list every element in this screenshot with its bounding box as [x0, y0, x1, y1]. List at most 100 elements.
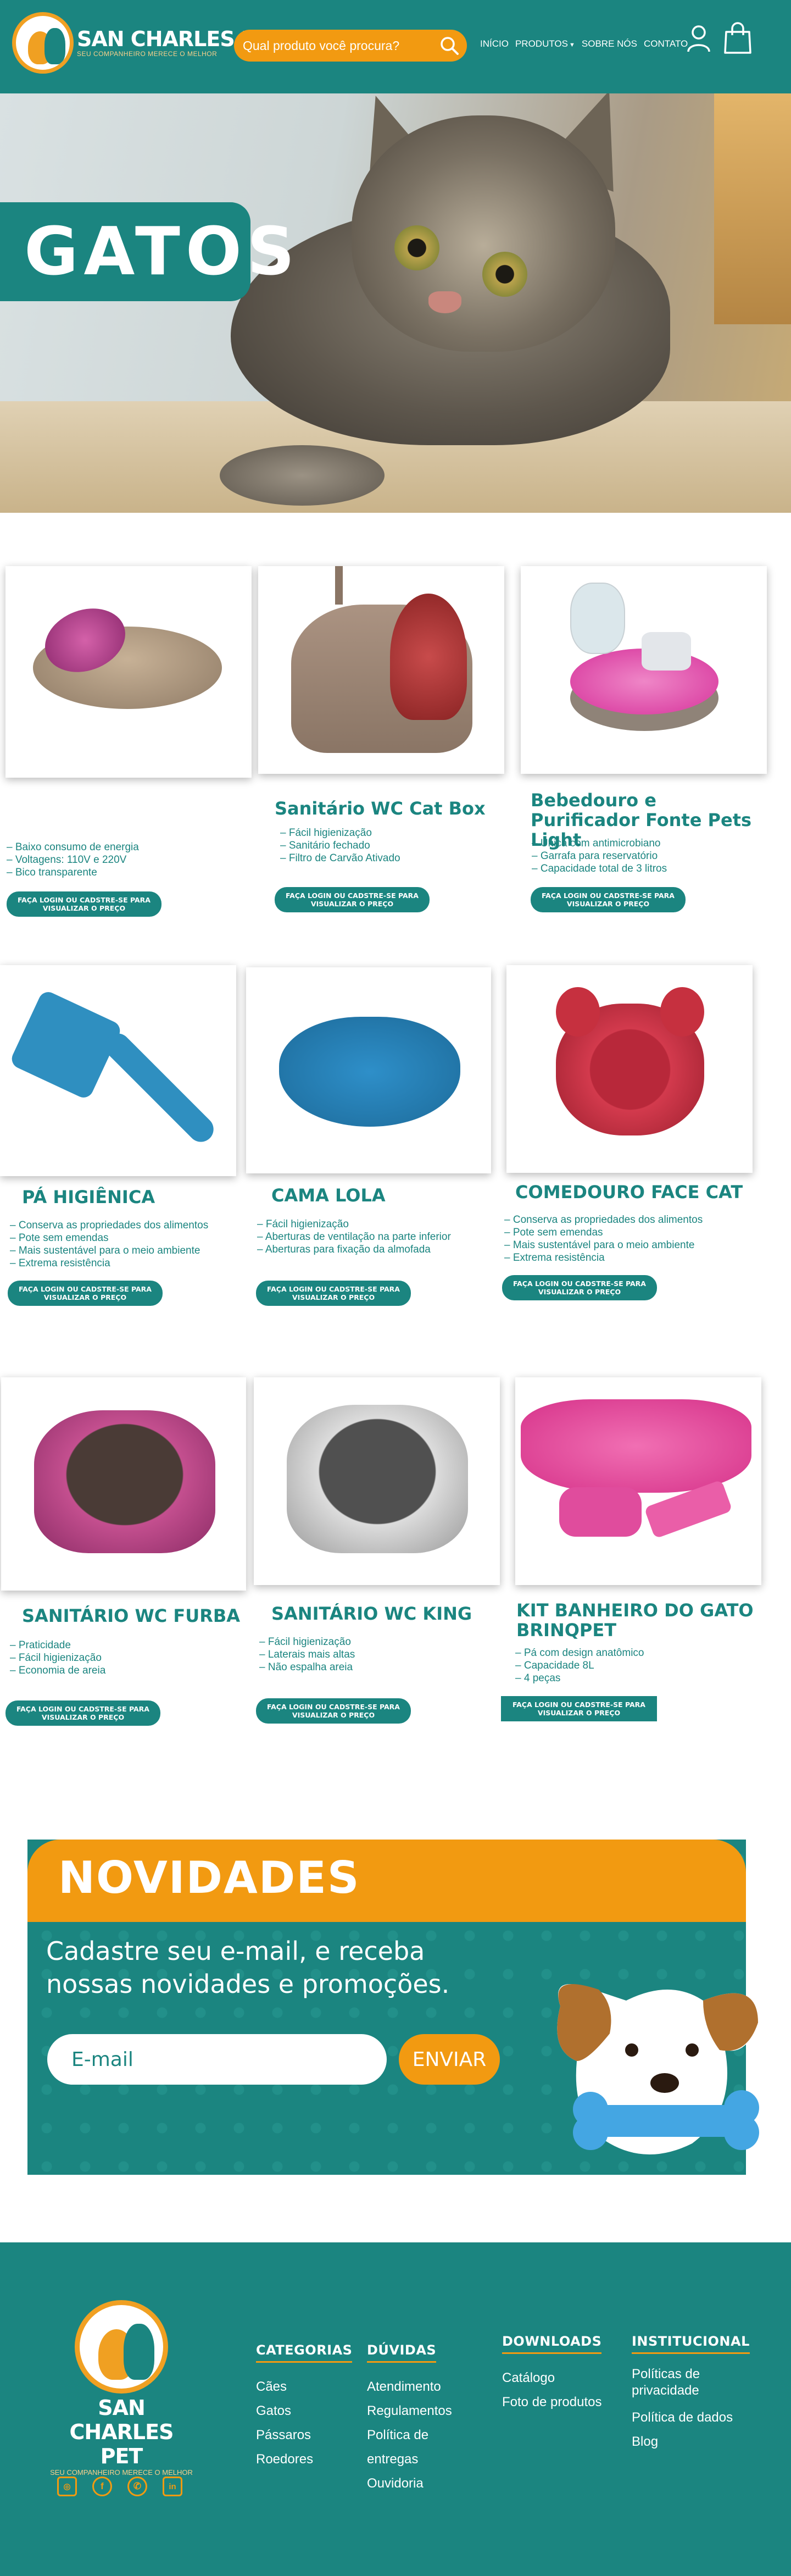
feature-item: – Voltagens: 110V e 220V	[7, 854, 127, 866]
footer-link[interactable]: Políticas de privacidade	[632, 2366, 753, 2399]
footer-link[interactable]: Gatos	[256, 2399, 352, 2423]
footer-column-categorias: CATEGORIAS Cães Gatos Pássaros Roedores	[256, 2342, 353, 2472]
feature-item: – Praticidade	[10, 1639, 71, 1651]
email-field[interactable]	[47, 2034, 387, 2085]
feature-item: – Baixo consumo de energia	[7, 841, 139, 853]
login-to-see-price-button[interactable]: FAÇA LOGIN OU CADSTRE-SE PARA VISUALIZAR…	[256, 1281, 411, 1306]
footer-link[interactable]: Política de dados	[632, 2406, 753, 2430]
product-features: – Única com antimicrobiano – Garrafa par…	[532, 837, 667, 875]
search-input[interactable]	[243, 38, 430, 53]
login-to-see-price-button[interactable]: FAÇA LOGIN OU CADSTRE-SE PARA VISUALIZAR…	[502, 1275, 657, 1300]
product-features: – Conserva as propriedades dos alimentos…	[504, 1214, 703, 1264]
feature-item: – Bico transparente	[7, 867, 97, 878]
login-to-see-price-button[interactable]: FAÇA LOGIN OU CADSTRE-SE PARA VISUALIZAR…	[531, 887, 686, 912]
login-to-see-price-button[interactable]: FAÇA LOGIN OU CADSTRE-SE PARA VISUALIZAR…	[7, 891, 161, 917]
footer-link[interactable]: Blog	[632, 2430, 753, 2454]
logo-badge	[12, 12, 74, 74]
feature-item: – Extrema resistência	[10, 1257, 110, 1269]
product-image[interactable]	[5, 566, 252, 778]
footer-column-downloads: DOWNLOADS Catálogo Foto de produtos	[502, 2334, 601, 2414]
product-name[interactable]: Sanitário WC Cat Box	[275, 799, 505, 818]
nav-inicio[interactable]: INÍCIO	[480, 38, 509, 49]
feature-item: – Garrafa para reservatório	[532, 850, 658, 862]
footer-link[interactable]: Foto de produtos	[502, 2390, 601, 2414]
product-image[interactable]	[515, 1377, 761, 1585]
footer-link[interactable]: Política de entregas	[367, 2423, 477, 2472]
linkedin-icon[interactable]: in	[163, 2477, 182, 2496]
footer-link[interactable]: Ouvidoria	[367, 2472, 477, 2496]
product-features: – Fácil higienização – Sanitário fechado…	[280, 827, 400, 865]
product-name[interactable]: PÁ HIGIÊNICA	[22, 1187, 242, 1207]
chevron-down-icon: ▼	[569, 42, 575, 48]
feature-item: – Filtro de Carvão Ativado	[280, 852, 400, 864]
footer-link[interactable]: Regulamentos	[367, 2399, 477, 2423]
footer-logo-badge	[75, 2300, 168, 2394]
nav-contato[interactable]: CONTATO	[644, 38, 688, 49]
hero-title: GATOS	[24, 214, 300, 290]
product-name[interactable]: COMEDOURO FACE CAT	[515, 1182, 768, 1202]
product-image[interactable]	[0, 965, 236, 1176]
login-to-see-price-button[interactable]: FAÇA LOGIN OU CADSTRE-SE PARA VISUALIZAR…	[5, 1700, 160, 1726]
footer-logo[interactable]: SAN CHARLES PET SEU COMPANHEIRO MERECE O…	[47, 2300, 196, 2477]
newsletter-title: NOVIDADES	[58, 1852, 360, 1903]
nav-produtos[interactable]: PRODUTOS ▼	[515, 38, 575, 49]
footer-column-title: CATEGORIAS	[256, 2342, 353, 2363]
product-image[interactable]	[521, 566, 767, 774]
footer-link[interactable]: Atendimento	[367, 2375, 477, 2399]
product-image[interactable]	[506, 965, 753, 1173]
feature-item: – Aberturas de ventilação na parte infer…	[257, 1231, 451, 1243]
feature-item: – Aberturas para fixação da almofada	[257, 1244, 431, 1255]
feature-item: – Laterais mais altas	[259, 1649, 355, 1660]
bag-icon[interactable]	[723, 22, 753, 54]
feature-item: – Pote sem emendas	[504, 1227, 603, 1238]
feature-item: – Pá com design anatômico	[515, 1647, 644, 1659]
main-nav: INÍCIO PRODUTOS ▼ SOBRE NÓS CONTATO	[480, 38, 688, 49]
feature-item: – Fácil higienização	[257, 1218, 349, 1230]
search-bar	[234, 30, 467, 62]
nav-produtos-label: PRODUTOS	[515, 38, 568, 49]
social-links: ◎ f ✆ in	[57, 2477, 182, 2496]
login-to-see-price-button[interactable]: FAÇA LOGIN OU CADSTRE-SE PARA VISUALIZAR…	[275, 887, 430, 912]
product-image[interactable]	[246, 967, 491, 1173]
footer-column-duvidas: DÚVIDAS Atendimento Regulamentos Polític…	[367, 2342, 477, 2496]
footer-link[interactable]: Pássaros	[256, 2423, 352, 2447]
footer-column-title: DÚVIDAS	[367, 2342, 437, 2363]
site-header: SAN CHARLES PET SEU COMPANHEIRO MERECE O…	[0, 0, 791, 93]
product-features: – Conserva as propriedades dos alimentos…	[10, 1219, 208, 1270]
feature-item: – Economia de areia	[10, 1665, 106, 1676]
feature-item: – Fácil higienização	[259, 1636, 351, 1648]
user-icon[interactable]	[687, 24, 711, 53]
nav-sobre-nos[interactable]: SOBRE NÓS	[582, 38, 637, 49]
footer-link[interactable]: Catálogo	[502, 2366, 601, 2390]
whatsapp-icon[interactable]: ✆	[127, 2477, 147, 2496]
facebook-icon[interactable]: f	[92, 2477, 112, 2496]
instagram-icon[interactable]: ◎	[57, 2477, 77, 2496]
footer-logo-tagline: SEU COMPANHEIRO MERECE O MELHOR	[50, 2468, 193, 2477]
feature-item: – Pote sem emendas	[10, 1232, 109, 1244]
footer-link[interactable]: Cães	[256, 2375, 352, 2399]
feature-item: – Mais sustentável para o meio ambiente	[504, 1239, 695, 1251]
feature-item: – Conserva as propriedades dos alimentos	[10, 1220, 209, 1231]
send-button[interactable]: ENVIAR	[399, 2034, 500, 2085]
feature-item: – Sanitário fechado	[280, 840, 370, 851]
login-to-see-price-button[interactable]: FAÇA LOGIN OU CADSTRE-SE PARA VISUALIZAR…	[256, 1698, 411, 1724]
product-features: – Fácil higienização – Laterais mais alt…	[259, 1636, 355, 1674]
product-image[interactable]	[1, 1377, 246, 1591]
feature-item: – 4 peças	[515, 1672, 561, 1684]
hero-title-badge: GATOS	[0, 202, 294, 301]
product-image[interactable]	[254, 1377, 500, 1585]
product-name[interactable]: CAMA LOLA	[271, 1185, 491, 1205]
product-name[interactable]: SANITÁRIO WC KING	[271, 1604, 502, 1624]
product-features: – Fácil higienização – Aberturas de vent…	[257, 1218, 451, 1256]
login-to-see-price-button[interactable]: FAÇA LOGIN OU CADSTRE-SE PARA VISUALIZAR…	[8, 1281, 163, 1306]
login-to-see-price-button[interactable]: FAÇA LOGIN OU CADSTRE-SE PARA VISUALIZAR…	[501, 1696, 657, 1721]
footer-column-title: DOWNLOADS	[502, 2334, 602, 2354]
product-name[interactable]: SANITÁRIO WC FURBA	[22, 1606, 253, 1626]
product-features: – Praticidade – Fácil higienização – Eco…	[10, 1639, 105, 1677]
product-image[interactable]	[258, 566, 504, 774]
feature-item: – Conserva as propriedades dos alimentos	[504, 1214, 703, 1226]
footer-link[interactable]: Roedores	[256, 2447, 352, 2472]
search-icon[interactable]	[439, 36, 459, 56]
product-name[interactable]: KIT BANHEIRO DO GATO BRINQPET	[516, 1600, 769, 1640]
feature-item: – Capacidade total de 3 litros	[532, 863, 667, 874]
